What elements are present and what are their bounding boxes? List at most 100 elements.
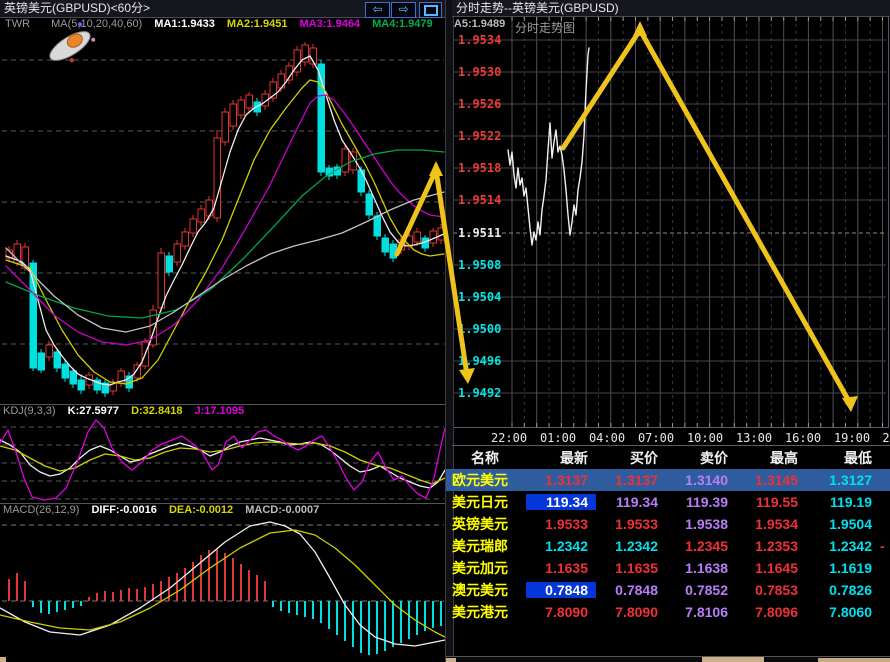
quote-row-美元加元[interactable]: 美元加元1.16351.16351.16381.16451.1619: [446, 557, 890, 579]
maximize-button[interactable]: [419, 2, 442, 18]
pair-name: 美元瑞郎: [446, 536, 526, 556]
ma3-value: MA3:1.9464: [300, 18, 361, 30]
ma-indicator-header: TWR MA(5,10,20,40,60) MA1:1.9433 MA2:1.9…: [0, 18, 446, 31]
back-arrow-button[interactable]: ⇦: [365, 2, 390, 18]
price-axis-label: 1.9508: [458, 258, 508, 272]
quote-value[interactable]: 0.7848: [526, 582, 596, 598]
pair-name: 美元加元: [446, 558, 526, 578]
quote-value[interactable]: 7.8096: [736, 604, 806, 620]
quote-value[interactable]: 119.34: [596, 494, 666, 510]
quote-value[interactable]: 1.2345: [666, 538, 736, 554]
quote-value[interactable]: 1.3137: [526, 472, 596, 488]
quote-value[interactable]: 0.7848: [596, 582, 666, 598]
quote-row-美元港元[interactable]: 美元港元7.80907.80907.81067.80967.8060: [446, 601, 890, 623]
price-axis-label: 1.9496: [458, 354, 508, 368]
quote-value[interactable]: 7.8106: [666, 604, 736, 620]
quote-value[interactable]: 119.19: [806, 494, 880, 510]
column-header-4[interactable]: 最高: [736, 448, 806, 468]
quote-value[interactable]: 1.9504: [806, 516, 880, 532]
kdj-params-label: KDJ(9,3,3): [3, 405, 56, 417]
quote-value[interactable]: 0.7853: [736, 582, 806, 598]
back-arrow-icon: ⇦: [372, 2, 382, 16]
quote-value[interactable]: 119.39: [666, 494, 736, 510]
price-axis-label: 1.9530: [458, 65, 508, 79]
time-axis-label: 04:00: [589, 431, 625, 445]
maximize-icon: [424, 5, 438, 16]
quote-row-美元瑞郎[interactable]: 美元瑞郎1.23421.23421.23451.23531.2342-: [446, 535, 890, 557]
bottom-strip: [446, 656, 890, 662]
column-header-name[interactable]: 名称: [446, 448, 526, 468]
kdj-chart[interactable]: [0, 417, 446, 503]
quote-table: 名称最新买价卖价最高最低欧元美元1.31371.31371.31401.3145…: [446, 447, 890, 623]
quote-value[interactable]: 1.1619: [806, 560, 880, 576]
ma1-value: MA1:1.9433: [154, 18, 215, 30]
quote-value[interactable]: 1.1645: [736, 560, 806, 576]
forward-arrow-button[interactable]: ⇨: [391, 2, 416, 18]
kdj-d-value: D:32.8418: [131, 405, 182, 417]
quote-value[interactable]: 1.9538: [666, 516, 736, 532]
macd-indicator-header: MACD(26,12,9) DIFF:-0.0016 DEA:-0.0012 M…: [0, 503, 446, 517]
quote-value[interactable]: 1.2353: [736, 538, 806, 554]
quote-row-美元日元[interactable]: 美元日元119.34119.34119.39119.55119.19: [446, 491, 890, 513]
kdj-j-value: J:17.1095: [195, 405, 245, 417]
quote-row-欧元美元[interactable]: 欧元美元1.31371.31371.31401.31451.3127: [446, 469, 890, 491]
pair-name: 欧元美元: [446, 470, 526, 490]
quote-value[interactable]: 7.8090: [596, 604, 666, 620]
taskbar-fragment: [446, 658, 456, 662]
macd-macd-value: MACD:-0.0007: [245, 504, 319, 516]
kdj-indicator-header: KDJ(9,3,3) K:27.5977 D:32.8418 J:17.1095: [0, 404, 446, 418]
quote-value[interactable]: 1.9533: [526, 516, 596, 532]
forward-arrow-icon: ⇨: [398, 2, 408, 16]
pair-name: 英镑美元: [446, 514, 526, 534]
column-header-3[interactable]: 卖价: [666, 448, 736, 468]
quote-row-英镑美元[interactable]: 英镑美元1.95331.95331.95381.95341.9504: [446, 513, 890, 535]
price-axis-label: 1.9526: [458, 97, 508, 111]
right-panel-title: 分时走势--英镑美元(GBPUSD): [452, 0, 890, 16]
quote-value[interactable]: 1.3145: [736, 472, 806, 488]
left-panel-titlebar: 英镑美元(GBPUSD)<60分> ⇦ ⇨: [0, 0, 446, 18]
taskbar-fragment: [818, 658, 890, 662]
quote-value[interactable]: 0.7852: [666, 582, 736, 598]
quote-value[interactable]: 7.8060: [806, 604, 880, 620]
tick-chart-label: 分时走势图: [515, 19, 575, 36]
kdj-k-value: K:27.5977: [68, 405, 119, 417]
macd-params-label: MACD(26,12,9): [3, 504, 79, 516]
quote-value[interactable]: 7.8090: [526, 604, 596, 620]
right-panel-titlebar: 分时走势--英镑美元(GBPUSD): [452, 0, 890, 17]
price-axis: 1.95341.95301.95261.95221.95181.95141.95…: [452, 16, 510, 428]
pair-name: 美元日元: [446, 492, 526, 512]
quote-value[interactable]: 0.7826: [806, 582, 880, 598]
quote-value[interactable]: 1.2342: [596, 538, 666, 554]
quote-value[interactable]: 1.3140: [666, 472, 736, 488]
main-candlestick-chart[interactable]: [0, 31, 446, 403]
quote-value[interactable]: 1.1635: [526, 560, 596, 576]
pair-name: 美元港元: [446, 602, 526, 622]
time-axis-label: 22:00: [491, 431, 527, 445]
quote-value[interactable]: 1.1635: [596, 560, 666, 576]
price-axis-label: 1.9504: [458, 290, 508, 304]
quote-value[interactable]: 1.1638: [666, 560, 736, 576]
quote-value[interactable]: 119.55: [736, 494, 806, 510]
quote-value[interactable]: 1.3127: [806, 472, 880, 488]
quote-row-澳元美元[interactable]: 澳元美元0.78480.78480.78520.78530.7826: [446, 579, 890, 601]
ma-params-label: MA(5,10,20,40,60): [51, 18, 142, 30]
tick-chart-area[interactable]: [452, 16, 889, 428]
quote-value[interactable]: 1.9534: [736, 516, 806, 532]
taskbar-fragment: [0, 657, 6, 662]
time-axis-label: 10:00: [687, 431, 723, 445]
ma2-value: MA2:1.9451: [227, 18, 288, 30]
column-header-2[interactable]: 买价: [596, 448, 666, 468]
price-axis-label: 1.9518: [458, 161, 508, 175]
time-axis-label: 07:00: [638, 431, 674, 445]
ma4-value: MA4:1.9479: [372, 18, 433, 30]
price-axis-label: 1.9514: [458, 193, 508, 207]
column-header-1[interactable]: 最新: [526, 448, 596, 468]
macd-chart[interactable]: [0, 517, 446, 656]
column-header-5[interactable]: 最低: [806, 448, 880, 468]
quote-value[interactable]: 1.9533: [596, 516, 666, 532]
quote-value[interactable]: 1.2342: [806, 538, 880, 554]
time-axis-label: 01:00: [540, 431, 576, 445]
quote-value[interactable]: 1.3137: [596, 472, 666, 488]
quote-value[interactable]: 119.34: [526, 494, 596, 510]
quote-value[interactable]: 1.2342: [526, 538, 596, 554]
